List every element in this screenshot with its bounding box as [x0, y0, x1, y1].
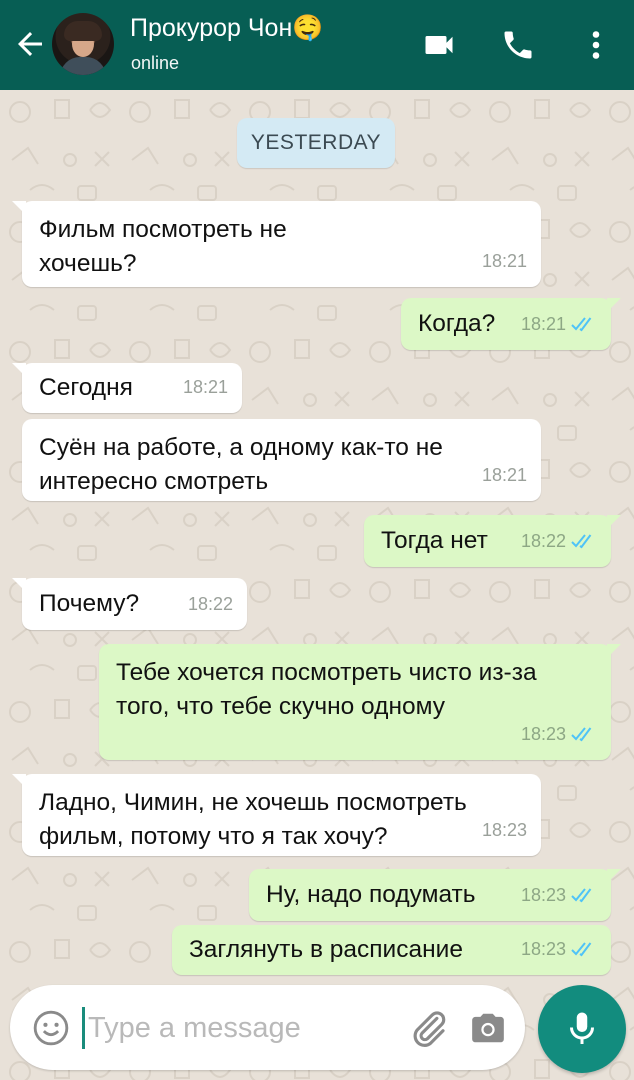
message-time: 18:22 [520, 531, 566, 551]
more-vert-icon[interactable] [578, 27, 614, 63]
attach-icon[interactable] [408, 1007, 450, 1049]
phone-icon[interactable] [500, 27, 536, 63]
message-bubble-outgoing[interactable]: Заглянуть в расписание 18:23 [172, 925, 611, 975]
message-time: 18:21 [481, 251, 527, 271]
message-bubble-incoming[interactable]: Фильм посмотреть не хочешь? 18:21 [12, 201, 541, 287]
camera-icon[interactable] [468, 1009, 508, 1047]
message-text: Тебе хочется посмотреть чисто из-за того… [116, 659, 537, 720]
read-receipt-icon [571, 727, 592, 742]
read-receipt-icon [571, 942, 592, 957]
read-receipt-icon [571, 534, 592, 549]
message-composer [10, 985, 525, 1070]
message-text: Фильм посмотреть не хочешь? [39, 216, 287, 277]
message-time: 18:23 [520, 885, 566, 905]
message-time: 18:22 [187, 594, 233, 614]
text-cursor [82, 1007, 85, 1049]
message-text: Заглянуть в расписание [189, 936, 463, 963]
video-call-icon[interactable] [421, 27, 457, 63]
message-time: 18:21 [520, 314, 566, 334]
back-arrow-icon[interactable] [12, 26, 48, 62]
mic-button[interactable] [538, 985, 626, 1073]
message-text: Почему? [39, 590, 140, 617]
chat-header: Прокурор Чон🤤 online [0, 0, 634, 90]
date-chip: YESTERDAY [237, 118, 395, 168]
message-bubble-outgoing[interactable]: Тебе хочется посмотреть чисто из-за того… [99, 644, 621, 760]
message-time: 18:21 [182, 377, 228, 397]
message-text: Суён на работе, а одному как-то не интер… [39, 434, 443, 495]
message-bubble-incoming[interactable]: Почему? 18:22 [12, 578, 247, 630]
message-text: Когда? [418, 310, 496, 337]
message-input[interactable] [88, 1005, 388, 1051]
avatar[interactable] [52, 13, 114, 75]
message-time: 18:23 [481, 820, 527, 840]
contact-status: online [131, 53, 180, 73]
message-bubble-incoming[interactable]: Сегодня 18:21 [12, 363, 242, 413]
message-bubble-outgoing[interactable]: Ну, надо подумать 18:23 [249, 869, 621, 921]
mic-icon [570, 1012, 594, 1044]
emoji-icon[interactable] [32, 1009, 70, 1047]
message-text: Ладно, Чимин, не хочешь посмотреть фильм… [39, 789, 467, 850]
message-text: Ну, надо подумать [266, 881, 476, 908]
message-bubble-incoming[interactable]: Ладно, Чимин, не хочешь посмотреть фильм… [12, 774, 541, 856]
contact-name[interactable]: Прокурор Чон🤤 [130, 14, 323, 43]
message-time: 18:21 [481, 465, 527, 485]
message-time: 18:23 [520, 939, 566, 959]
message-bubble-incoming[interactable]: Суён на работе, а одному как-то не интер… [22, 419, 541, 501]
read-receipt-icon [571, 317, 592, 332]
message-text: Тогда нет [381, 527, 488, 554]
read-receipt-icon [571, 888, 592, 903]
message-bubble-outgoing[interactable]: Когда? 18:21 [401, 298, 621, 350]
message-text: Сегодня [39, 374, 133, 401]
message-time: 18:23 [520, 724, 566, 744]
message-bubble-outgoing[interactable]: Тогда нет 18:22 [364, 515, 621, 567]
